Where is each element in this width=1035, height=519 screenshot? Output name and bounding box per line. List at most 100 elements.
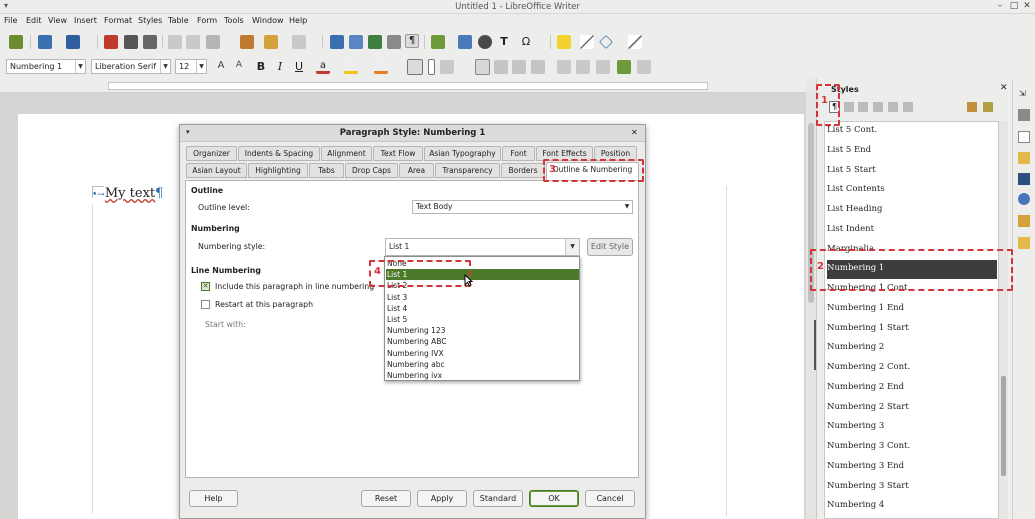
numbering-option[interactable]: List 3: [386, 292, 579, 303]
spelling-icon[interactable]: [349, 35, 363, 49]
special-character-icon[interactable]: Ω: [519, 35, 533, 49]
cut-icon[interactable]: [168, 35, 182, 49]
font-name-combo[interactable]: Liberation Serif ▼: [91, 59, 171, 74]
style-item[interactable]: List 5 End: [827, 142, 997, 161]
style-item[interactable]: List Heading: [827, 201, 997, 220]
copy-icon[interactable]: [186, 35, 200, 49]
menu-file[interactable]: File: [4, 16, 17, 25]
insert-chart-icon[interactable]: [478, 35, 492, 49]
numbering-option[interactable]: Numbering ABC: [386, 336, 579, 347]
style-item[interactable]: List Contents: [827, 181, 997, 200]
style-item[interactable]: List Indent: [827, 221, 997, 240]
underline-button[interactable]: U: [292, 60, 306, 74]
open-icon[interactable]: [38, 35, 52, 49]
tab-transparency[interactable]: Transparency: [435, 163, 500, 178]
tab-tabs[interactable]: Tabs: [309, 163, 344, 178]
dialog-close-icon[interactable]: ✕: [631, 128, 638, 137]
styles-deck-icon[interactable]: [1018, 152, 1030, 164]
minimize-icon[interactable]: –: [994, 1, 1006, 13]
clone-formatting-icon[interactable]: [240, 35, 254, 49]
maximize-icon[interactable]: □: [1008, 1, 1020, 13]
shrink-font-icon[interactable]: A: [232, 60, 246, 74]
find-icon[interactable]: [330, 35, 344, 49]
table-styles-icon[interactable]: [903, 102, 913, 112]
help-button[interactable]: Help: [189, 490, 238, 507]
frame-styles-icon[interactable]: [858, 102, 868, 112]
close-window-icon[interactable]: ✕: [1021, 1, 1033, 13]
redo-icon[interactable]: [292, 35, 306, 49]
tab-drop-caps[interactable]: Drop Caps: [345, 163, 398, 178]
style-item[interactable]: Numbering 2: [827, 339, 997, 358]
unordered-list-icon[interactable]: [407, 59, 423, 75]
decrease-indent-icon[interactable]: [637, 60, 651, 74]
align-center-icon[interactable]: [494, 60, 508, 74]
insert-image-icon[interactable]: [458, 35, 472, 49]
bold-button[interactable]: B: [254, 60, 268, 74]
restart-paragraph-checkbox[interactable]: [201, 300, 210, 309]
numbering-option[interactable]: Numbering ivx: [386, 370, 579, 381]
text-box-icon[interactable]: T: [497, 35, 511, 49]
numbering-option[interactable]: List 5: [386, 314, 579, 325]
style-item[interactable]: Numbering 3 End: [827, 458, 997, 477]
menu-window[interactable]: Window: [252, 16, 284, 25]
tab-alignment[interactable]: Alignment: [321, 146, 372, 161]
standard-button[interactable]: Standard: [473, 490, 523, 507]
menu-format[interactable]: Format: [104, 16, 132, 25]
align-right-icon[interactable]: [512, 60, 526, 74]
decrease-spacing-icon[interactable]: [576, 60, 590, 74]
list-dropdown-icon[interactable]: [428, 59, 435, 75]
tab-area[interactable]: Area: [399, 163, 434, 178]
menu-edit[interactable]: Edit: [26, 16, 42, 25]
line-icon[interactable]: [580, 35, 594, 49]
menu-table[interactable]: Table: [168, 16, 189, 25]
styles-scrollbar[interactable]: [999, 121, 1008, 519]
design-icon[interactable]: [1018, 237, 1030, 249]
style-item[interactable]: Numbering 1 Start: [827, 320, 997, 339]
apply-button[interactable]: Apply: [417, 490, 467, 507]
style-item[interactable]: Numbering 1 End: [827, 300, 997, 319]
style-item[interactable]: List 5 Cont.: [827, 122, 997, 141]
style-item[interactable]: Numbering 2 Cont.: [827, 359, 997, 378]
cancel-button[interactable]: Cancel: [585, 490, 635, 507]
align-left-icon[interactable]: [475, 59, 490, 75]
manage-changes-icon[interactable]: [1018, 215, 1030, 227]
close-sidebar-icon[interactable]: ✕: [1000, 83, 1008, 93]
numbering-option[interactable]: Numbering IVX: [386, 348, 579, 359]
numbering-option[interactable]: Numbering 123: [386, 325, 579, 336]
navigator-icon[interactable]: [1018, 193, 1030, 205]
new-style-icon[interactable]: [983, 102, 993, 112]
justify-icon[interactable]: [531, 60, 545, 74]
basic-shapes-icon[interactable]: [599, 35, 613, 49]
increase-indent-icon[interactable]: [617, 60, 631, 74]
formatting-marks-icon[interactable]: ¶: [405, 34, 419, 48]
page-styles-icon[interactable]: [873, 102, 883, 112]
insert-table-icon[interactable]: [431, 35, 445, 49]
comment-icon[interactable]: [557, 35, 571, 49]
document-scrollbar[interactable]: [806, 93, 816, 519]
character-styles-icon[interactable]: [844, 102, 854, 112]
font-size-combo[interactable]: 12 ▼: [175, 59, 207, 74]
character-background-icon[interactable]: [374, 60, 388, 74]
print-icon[interactable]: [124, 35, 138, 49]
find-replace-icon[interactable]: [9, 35, 23, 49]
highlighting-icon[interactable]: [344, 60, 358, 74]
sidebar-settings-icon[interactable]: ⇲: [1019, 89, 1026, 98]
tab-indents-spacing[interactable]: Indents & Spacing: [238, 146, 320, 161]
paragraph-style-combo[interactable]: Numbering 1 ▼: [6, 59, 86, 74]
export-pdf-icon[interactable]: [104, 35, 118, 49]
tab-text-flow[interactable]: Text Flow: [373, 146, 423, 161]
reset-button[interactable]: Reset: [361, 490, 411, 507]
print-preview-icon[interactable]: [143, 35, 157, 49]
track-changes-icon[interactable]: [387, 35, 401, 49]
menu-view[interactable]: View: [48, 16, 67, 25]
grow-font-icon[interactable]: A: [214, 60, 228, 74]
numbering-option[interactable]: List 4: [386, 303, 579, 314]
style-item[interactable]: Numbering 3 Cont.: [827, 438, 997, 457]
italic-button[interactable]: I: [273, 60, 287, 74]
style-item[interactable]: Numbering 2 Start: [827, 399, 997, 418]
edit-style-button[interactable]: Edit Style: [587, 238, 633, 256]
numbering-option[interactable]: Numbering abc: [386, 359, 579, 370]
paste-icon[interactable]: [206, 35, 220, 49]
menu-help[interactable]: Help: [289, 16, 307, 25]
style-item[interactable]: Numbering 3: [827, 418, 997, 437]
